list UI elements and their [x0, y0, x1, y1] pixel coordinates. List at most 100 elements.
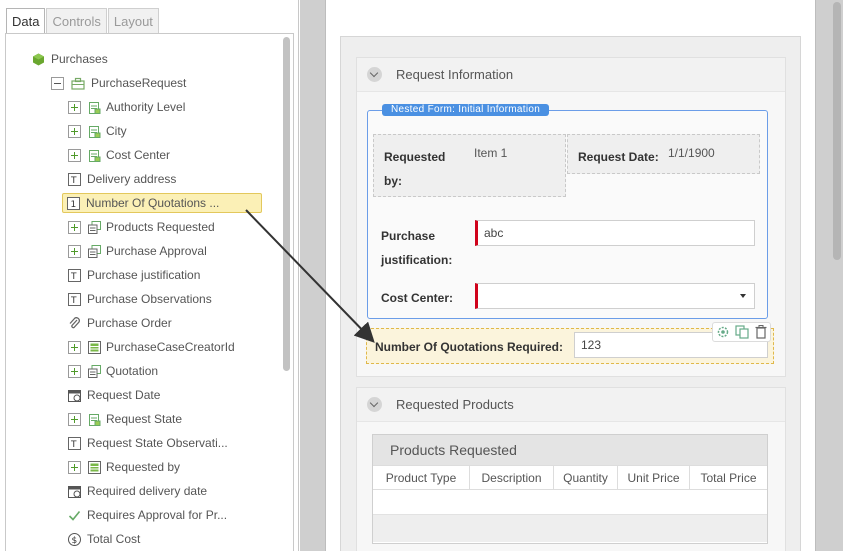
tree-node-label: Cost Center — [106, 148, 171, 162]
calendar-icon — [68, 485, 81, 498]
tree-node-label: Requested by — [106, 460, 181, 474]
designer-scrollbar[interactable] — [833, 2, 841, 260]
tree-node-item[interactable]: Purchase Approval — [68, 242, 207, 260]
request-date-value: 1/1/1900 — [668, 146, 715, 160]
expand-toggle[interactable] — [68, 100, 81, 114]
expand-toggle[interactable] — [68, 124, 81, 138]
settings-gear-icon[interactable] — [716, 325, 730, 339]
grid-title: Products Requested — [373, 435, 767, 465]
entity-icon — [88, 149, 101, 162]
purchase-justification-label: Purchase justification: — [381, 229, 453, 267]
expand-toggle[interactable] — [68, 364, 81, 378]
svg-text:T: T — [70, 440, 77, 450]
svg-text:T: T — [70, 296, 77, 306]
tree-scrollbar[interactable] — [283, 37, 290, 371]
tree-node-item[interactable]: Request State — [68, 410, 182, 428]
copy-icon[interactable] — [735, 325, 750, 339]
tree-node-item[interactable]: Requested by — [68, 458, 180, 476]
tree-node-item[interactable]: T Purchase justification — [68, 266, 200, 284]
col-quantity[interactable]: Quantity — [554, 466, 618, 489]
tree-node-label: Purchase justification — [87, 268, 201, 282]
calendar-icon — [68, 389, 81, 402]
text-icon: T — [68, 292, 81, 306]
tree-node-item[interactable]: Authority Level — [68, 98, 185, 116]
tree-node-label: Quotation — [106, 364, 159, 378]
tree-node-label: Total Cost — [87, 532, 141, 546]
collection-icon — [88, 364, 101, 378]
section-title: Requested Products — [396, 397, 514, 412]
section-header[interactable]: Request Information — [357, 58, 785, 92]
table-row[interactable] — [373, 490, 767, 515]
expand-toggle[interactable] — [68, 244, 81, 258]
section-header[interactable]: Requested Products — [357, 388, 785, 422]
delete-trash-icon[interactable] — [755, 325, 767, 339]
tree-node-label: Purchase Order — [87, 316, 172, 330]
tree-node-label: Products Requested — [106, 220, 215, 234]
tree-node-label: Number Of Quotations ... — [86, 196, 220, 210]
requested-by-value: Item 1 — [474, 146, 508, 160]
grid-header: Product Type Description Quantity Unit P… — [373, 465, 767, 490]
chevron-down-icon[interactable] — [367, 397, 382, 412]
tree-node-item[interactable]: Quotation — [68, 362, 158, 380]
number-icon: 1 — [67, 196, 80, 210]
tree-node-label: Required delivery date — [87, 484, 208, 498]
dropdown-caret-icon[interactable] — [740, 294, 746, 298]
entity-icon — [88, 101, 101, 114]
tree-node-item[interactable]: Request Date — [68, 386, 160, 404]
svg-text:T: T — [70, 176, 77, 186]
expand-toggle[interactable] — [68, 340, 81, 354]
expand-toggle[interactable] — [68, 412, 81, 426]
products-grid[interactable]: Products Requested Product Type Descript… — [372, 434, 768, 544]
cost-center-select[interactable] — [475, 283, 755, 309]
table-icon — [88, 340, 101, 354]
tree-node-item[interactable]: 1 Number Of Quotations ... — [62, 193, 262, 213]
tree-node-item[interactable]: City — [68, 122, 127, 140]
tree-node-item[interactable]: PurchaseCaseCreatorId — [68, 338, 235, 356]
tree-node-item[interactable]: T Purchase Observations — [68, 290, 212, 308]
table-icon — [88, 460, 101, 474]
tab-layout[interactable]: Layout — [107, 8, 159, 34]
tree-node-label: Request Date — [87, 388, 161, 402]
entity-icon — [88, 125, 101, 138]
tree-node-item[interactable]: Cost Center — [68, 146, 170, 164]
tree-node-item[interactable]: T Delivery address — [68, 170, 176, 188]
collection-icon — [88, 220, 101, 234]
expand-toggle[interactable] — [68, 460, 81, 474]
tree-node-item[interactable]: Required delivery date — [68, 482, 207, 500]
cube-icon — [33, 53, 44, 65]
tree-node-label: Requires Approval for Pr... — [87, 508, 228, 522]
tree-node-label: City — [106, 124, 127, 138]
collapse-toggle[interactable] — [51, 76, 64, 90]
tree-node-label: Request State Observati... — [87, 436, 228, 450]
tree-node-label: Purchase Approval — [106, 244, 207, 258]
col-description[interactable]: Description — [470, 466, 554, 489]
briefcase-icon — [71, 77, 85, 90]
table-row[interactable] — [373, 515, 767, 542]
tree-node-item[interactable]: Products Requested — [68, 218, 215, 236]
expand-toggle[interactable] — [68, 148, 81, 162]
tree-node-label: Purchases — [51, 52, 108, 66]
tree-node-root[interactable]: Purchases — [32, 50, 108, 68]
purchase-justification-input[interactable]: abc — [475, 220, 755, 246]
col-total-price[interactable]: Total Price — [690, 466, 767, 489]
tree-node-label: Delivery address — [87, 172, 177, 186]
chevron-down-icon[interactable] — [367, 67, 382, 82]
tree-node-item[interactable]: Requires Approval for Pr... — [68, 506, 227, 524]
requested-by-label: Requested by: — [384, 150, 446, 188]
collection-icon — [88, 244, 101, 258]
tree-node-entity[interactable]: PurchaseRequest — [51, 74, 186, 92]
col-product-type[interactable]: Product Type — [373, 466, 470, 489]
tree-node-item[interactable]: $ Total Cost — [68, 530, 140, 548]
request-date-label: Request Date: — [578, 150, 659, 164]
tab-data[interactable]: Data — [6, 8, 46, 35]
col-unit-price[interactable]: Unit Price — [618, 466, 690, 489]
tab-controls[interactable]: Controls — [46, 8, 107, 34]
tree-node-item[interactable]: Purchase Order — [68, 314, 172, 332]
tree-node-label: Authority Level — [106, 100, 186, 114]
expand-toggle[interactable] — [68, 220, 81, 234]
data-panel: Data Controls Layout Purchases PurchaseR… — [0, 0, 299, 551]
text-icon: T — [68, 172, 81, 186]
panel-tabs: Data Controls Layout — [6, 8, 160, 35]
field-toolbar — [712, 322, 771, 342]
tree-node-item[interactable]: T Request State Observati... — [68, 434, 228, 452]
